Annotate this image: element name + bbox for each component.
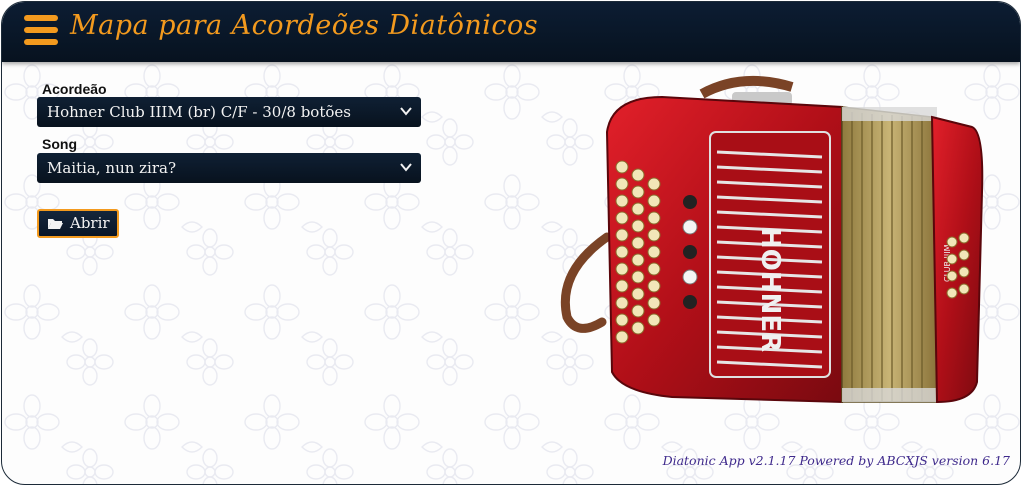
- chevron-down-icon: [400, 107, 412, 116]
- song-select[interactable]: Maitia, nun zira?: [37, 153, 421, 183]
- accordion-select[interactable]: Hohner Club IIIM (br) C/F - 30/8 botões: [37, 97, 421, 127]
- app-frame: Mapa para Acordeões Diatônicos Acordeão …: [1, 1, 1021, 485]
- hamburger-menu-icon[interactable]: [24, 15, 58, 49]
- bellows-brand-text: HOHNER: [755, 227, 785, 352]
- song-label: Song: [42, 136, 77, 152]
- open-button-label: Abrir: [70, 214, 110, 232]
- app-header: Mapa para Acordeões Diatônicos: [2, 2, 1020, 62]
- chevron-down-icon: [400, 163, 412, 172]
- song-select-value: Maitia, nun zira?: [47, 159, 177, 177]
- accordion-image: HOHNER CLUB IIIM: [560, 75, 984, 404]
- accordion-label: Acordeão: [42, 81, 107, 97]
- accordion-select-value: Hohner Club IIIM (br) C/F - 30/8 botões: [47, 103, 351, 121]
- open-button[interactable]: Abrir: [37, 209, 119, 238]
- app-title: Mapa para Acordeões Diatônicos: [70, 10, 539, 41]
- folder-open-icon: [48, 219, 63, 229]
- version-footer: Diatonic App v2.1.17 Powered by ABCXJS v…: [662, 453, 1010, 468]
